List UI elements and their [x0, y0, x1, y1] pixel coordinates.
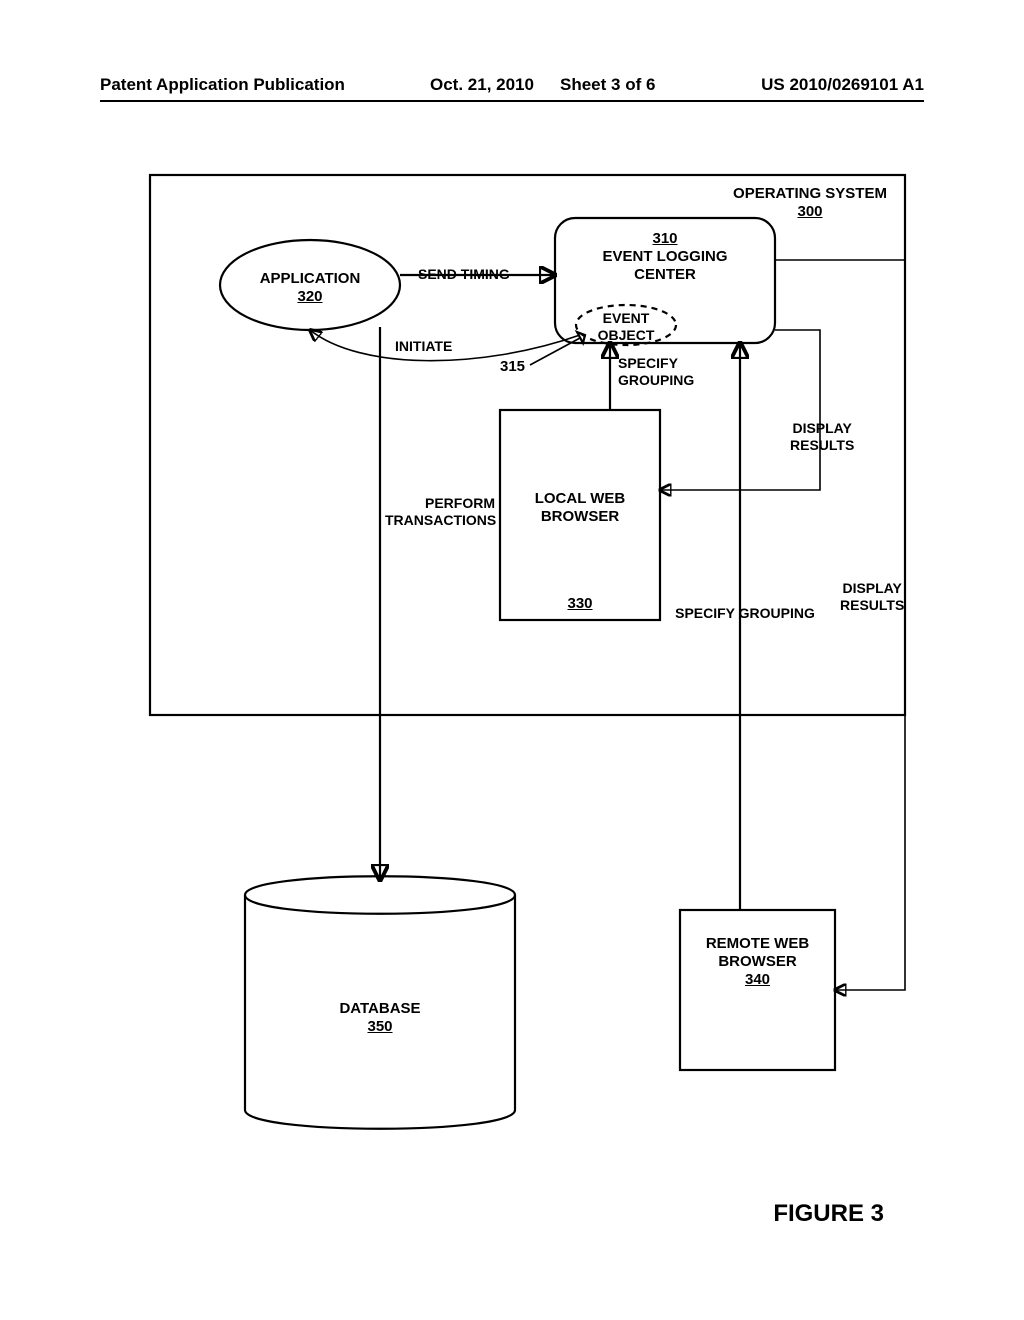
header-left: Patent Application Publication	[100, 75, 345, 95]
elc-label: 310 EVENT LOGGING CENTER	[555, 230, 775, 284]
application-ref: 320	[297, 288, 322, 305]
os-title: OPERATING SYSTEM 300	[730, 185, 890, 221]
os-title-text: OPERATING SYSTEM	[733, 185, 887, 202]
edge-display-results-remote	[775, 260, 905, 990]
event-object-ref: 315	[500, 358, 525, 376]
edge-label-display-results-remote: DISPLAY RESULTS	[840, 580, 904, 614]
edge-label-perform-tx: PERFORM TRANSACTIONS	[385, 495, 495, 529]
elc-ref: 310	[652, 230, 677, 247]
db-title: DATABASE	[339, 1000, 420, 1017]
db-cylinder-top	[245, 895, 515, 914]
edge-label-send-timing: SEND TIMING	[418, 266, 510, 283]
header-sheet: Sheet 3 of 6	[560, 75, 655, 95]
event-object-label: EVENT OBJECT	[586, 310, 666, 344]
edge-label-display-results: DISPLAY RESULTS	[790, 420, 854, 454]
db-ref: 350	[367, 1018, 392, 1035]
elc-title: EVENT LOGGING CENTER	[602, 248, 727, 283]
header-rule	[100, 100, 924, 102]
edge-display-results-local	[660, 330, 820, 490]
edge-label-specify-grouping: SPECIFY GROUPING	[618, 355, 694, 389]
os-ref: 300	[797, 203, 822, 220]
rwb-box	[680, 910, 835, 1070]
edge-label-specify-grouping-remote: SPECIFY GROUPING	[665, 605, 825, 622]
header-date: Oct. 21, 2010	[430, 75, 534, 95]
lwb-label: LOCAL WEB BROWSER	[500, 490, 660, 526]
rwb-title: REMOTE WEB BROWSER	[706, 935, 809, 970]
header-pubno: US 2010/0269101 A1	[761, 75, 924, 95]
ref-315-leader	[530, 338, 580, 365]
rwb-label: REMOTE WEB BROWSER 340	[680, 935, 835, 989]
db-label: DATABASE 350	[245, 1000, 515, 1036]
lwb-title: LOCAL WEB BROWSER	[535, 490, 626, 525]
figure-caption: FIGURE 3	[773, 1200, 884, 1228]
application-label: APPLICATION 320	[240, 270, 380, 306]
lwb-ref: 330	[500, 595, 660, 613]
edge-label-initiate: INITIATE	[395, 338, 452, 355]
rwb-ref: 340	[745, 971, 770, 988]
application-title: APPLICATION	[260, 270, 361, 287]
